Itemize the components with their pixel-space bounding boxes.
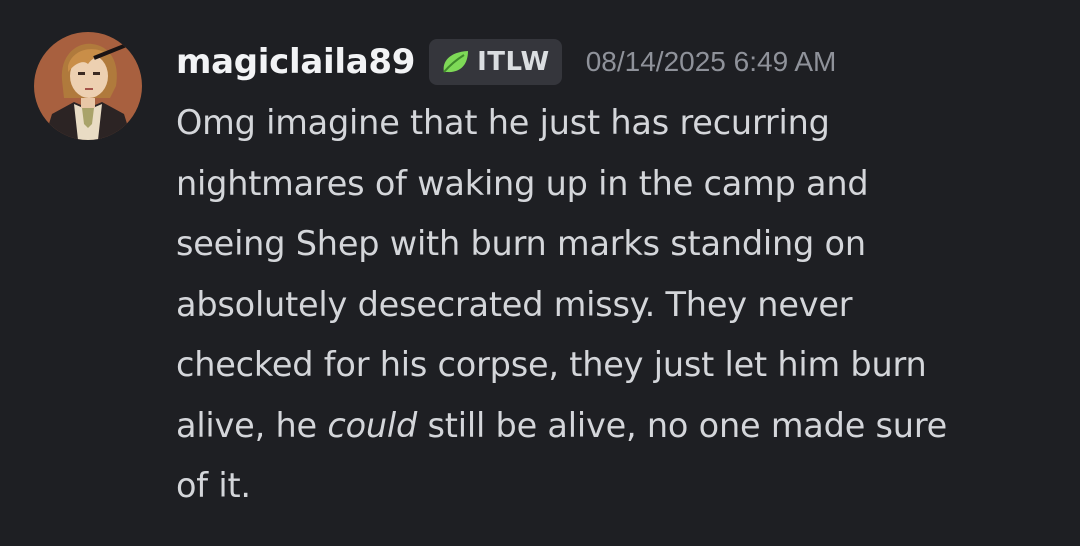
message-line: alive, he could still be alive, no one m… xyxy=(176,396,1056,457)
server-tag-badge[interactable]: ITLW xyxy=(429,39,562,85)
message-content: Omg imagine that he just has recurring n… xyxy=(176,93,1056,517)
user-avatar[interactable] xyxy=(34,32,142,140)
text-segment: still be alive, no one made sure xyxy=(417,405,948,445)
message-line: absolutely desecrated missy. They never xyxy=(176,284,853,324)
message-line: nightmares of waking up in the camp and xyxy=(176,163,869,203)
text-segment: alive, he xyxy=(176,405,328,445)
server-tag-label: ITLW xyxy=(477,47,550,77)
leaf-icon xyxy=(443,51,469,73)
message-line: checked for his corpse, they just let hi… xyxy=(176,345,927,384)
message-timestamp[interactable]: 08/14/2025 6:49 AM xyxy=(586,46,837,78)
username[interactable]: magiclaila89 xyxy=(176,42,415,82)
avatar-portrait-icon xyxy=(34,32,142,140)
chat-message: magiclaila89 ITLW 08/14/2025 6:49 AM Omg… xyxy=(0,0,1080,546)
message-line: Omg imagine that he just has recurring xyxy=(176,103,830,142)
italic-text: could xyxy=(327,405,418,445)
message-line: of it. xyxy=(176,466,251,505)
message-header: magiclaila89 ITLW 08/14/2025 6:49 AM xyxy=(176,36,836,88)
message-line: seeing Shep with burn marks standing on xyxy=(176,224,866,263)
